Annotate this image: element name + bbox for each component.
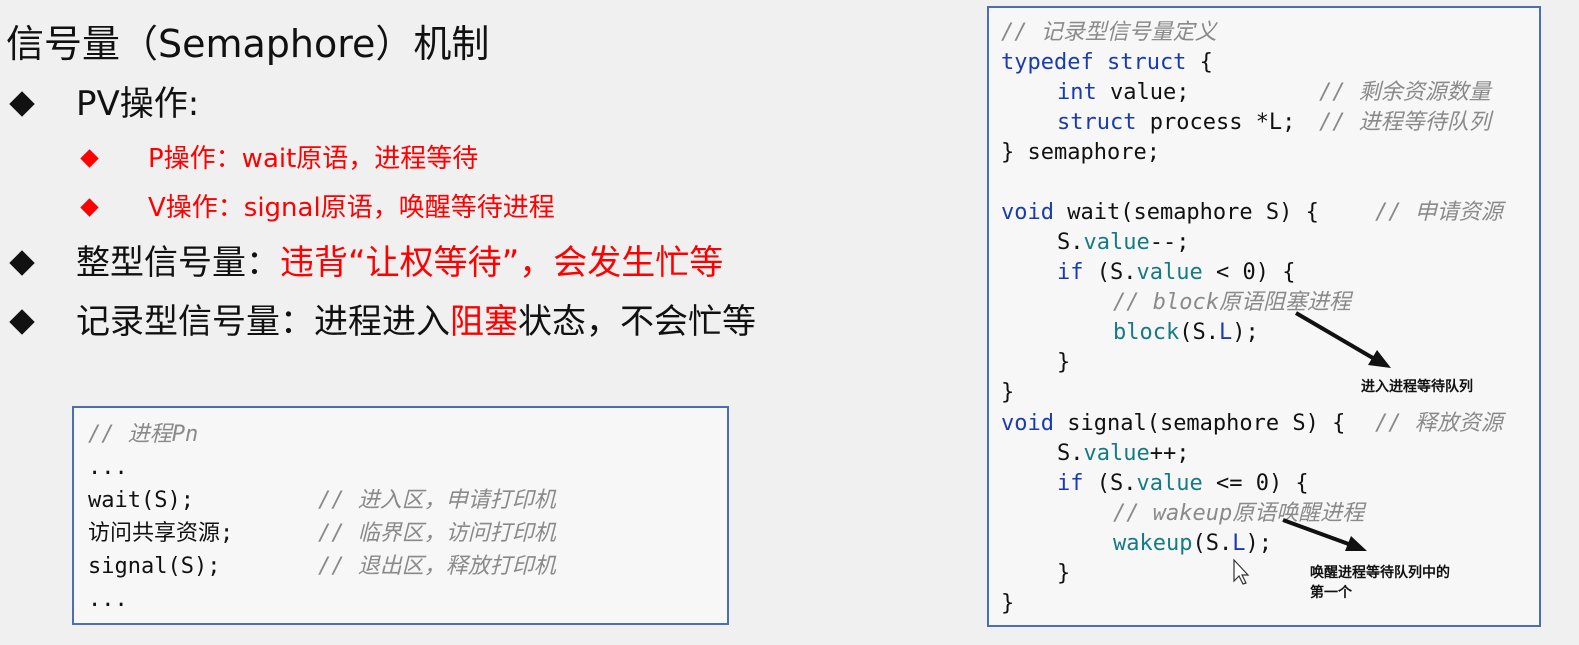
annotation-wakeup-line2: 第一个 — [1310, 585, 1352, 601]
mouse-cursor-icon — [1233, 558, 1250, 585]
arrow-icon — [1282, 518, 1367, 551]
annotation-wakeup-line1: 唤醒进程等待队列中的 — [1310, 565, 1450, 581]
annotation-enqueue: 进入进程等待队列 — [1361, 379, 1473, 395]
annotation-arrows — [1233, 311, 1391, 585]
arrow-icon — [1294, 311, 1391, 368]
